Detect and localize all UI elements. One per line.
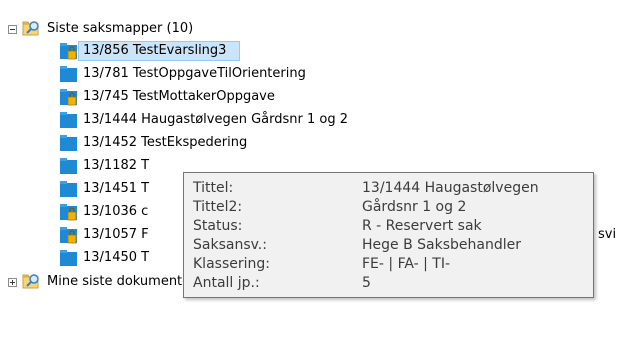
locked-folder-icon: [60, 227, 77, 244]
tree-item-case[interactable]: 13/745 TestMottakerOppgave: [0, 86, 440, 108]
tree-item-case[interactable]: 13/1451 T: [0, 178, 180, 200]
tree-item-case[interactable]: 13/1452 TestEkspedering: [0, 132, 440, 154]
tree-item-label: 13/1450 T: [83, 250, 150, 265]
expand-toggle-icon[interactable]: [8, 278, 17, 287]
folder-icon: [60, 181, 77, 197]
tree-item-label: 13/1036 c: [83, 204, 149, 219]
tree-item-label: 13/1452 TestEkspedering: [83, 135, 248, 150]
tooltip-key: Status:: [193, 218, 243, 234]
search-folder-icon: [22, 274, 39, 289]
tree-item-label: 13/856 TestEvarsling3: [83, 43, 227, 58]
folder-icon: [60, 250, 77, 266]
tooltip-value: FE- | FA- | TI-: [362, 256, 451, 272]
tooltip-key: Tittel:: [193, 180, 234, 196]
tooltip-key: Antall jp.:: [193, 275, 260, 291]
case-info-tooltip: Tittel: 13/1444 Haugastølvegen Tittel2: …: [183, 172, 594, 298]
tooltip-value: 5: [362, 275, 371, 291]
tree-node-label: Siste saksmapper (10): [47, 21, 194, 36]
tree-node-siste-saksmapper[interactable]: Siste saksmapper (10): [0, 18, 300, 40]
tooltip-key: Klassering:: [193, 256, 270, 272]
tree-item-label: 13/1057 F: [83, 227, 149, 242]
tree-item-label: 13/1444 Haugastølvegen Gårdsnr 1 og 2: [83, 112, 348, 127]
tree-item-case[interactable]: 13/856 TestEvarsling3: [0, 40, 240, 62]
collapse-toggle-icon[interactable]: [8, 25, 17, 34]
search-folder-icon: [22, 21, 39, 36]
tree-item-case[interactable]: 13/1444 Haugastølvegen Gårdsnr 1 og 2: [0, 109, 460, 131]
tooltip-key: Tittel2:: [193, 199, 243, 215]
folder-icon: [60, 112, 77, 128]
tooltip-value: Hege B Saksbehandler: [362, 237, 521, 253]
tree-item-label-overflow: svi: [598, 227, 617, 242]
folder-icon: [60, 66, 77, 82]
tooltip-key: Saksansv.:: [193, 237, 267, 253]
tooltip-value: 13/1444 Haugastølvegen: [362, 180, 539, 196]
tree-item-case[interactable]: 13/1450 T: [0, 247, 180, 269]
locked-folder-icon: [60, 43, 77, 60]
tree-item-label: 13/745 TestMottakerOppgave: [83, 89, 275, 104]
locked-folder-icon: [60, 89, 77, 106]
tree-item-label: 13/781 TestOppgaveTilOrientering: [83, 66, 306, 81]
tree-item-label: 13/1182 T: [83, 158, 150, 173]
tree-item-label: 13/1451 T: [83, 181, 150, 196]
locked-folder-icon: [60, 204, 77, 221]
tree-item-case[interactable]: 13/781 TestOppgaveTilOrientering: [0, 63, 440, 85]
tooltip-value: Gårdsnr 1 og 2: [362, 199, 467, 215]
tree-item-case[interactable]: 13/1036 c: [0, 201, 180, 223]
tree-item-case[interactable]: 13/1182 T: [0, 155, 180, 177]
tooltip-value: R - Reservert sak: [362, 218, 482, 234]
folder-icon: [60, 158, 77, 174]
folder-icon: [60, 135, 77, 151]
case-folder-tree: Siste saksmapper (10) 13/856 TestEvarsli…: [0, 0, 622, 340]
